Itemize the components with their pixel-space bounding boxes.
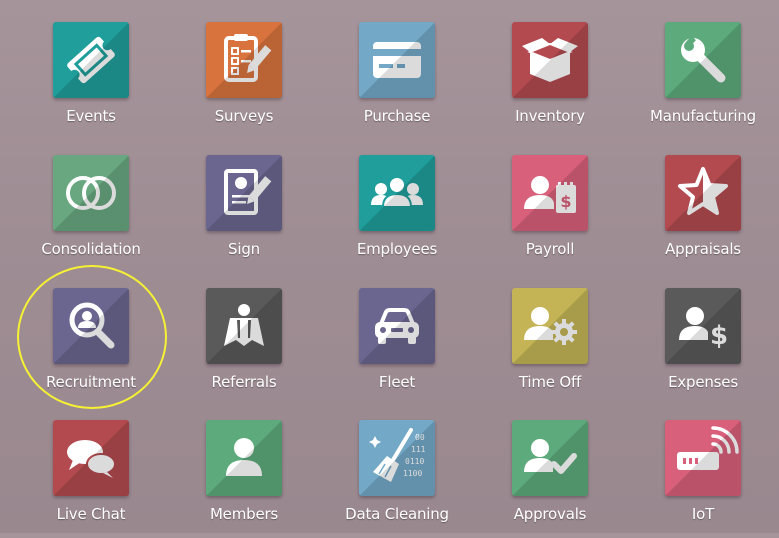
clipboard-checklist-icon (224, 34, 272, 82)
app-purchase[interactable]: Purchase (322, 22, 472, 140)
app-approvals-tile[interactable] (512, 420, 588, 496)
app-referrals-tile[interactable] (206, 288, 282, 364)
iot-device-icon (677, 426, 739, 470)
binary-line-2: 111 (411, 445, 426, 454)
app-manufacturing-label: Manufacturing (649, 107, 757, 125)
app-inventory-label: Inventory (515, 107, 585, 125)
app-live-chat[interactable]: Live Chat (16, 420, 166, 538)
app-approvals-label: Approvals (513, 505, 587, 523)
app-members-tile[interactable] (206, 420, 282, 496)
magnifier-person-icon (69, 302, 115, 349)
app-inventory[interactable]: Inventory (475, 22, 625, 140)
broom-binary-icon: 00 111 0110 1100 (369, 428, 426, 482)
app-appraisals[interactable]: Appraisals (628, 155, 778, 273)
person-gear-icon (524, 307, 577, 345)
app-referrals[interactable]: Referrals (169, 288, 319, 406)
app-events-label: Events (66, 107, 116, 125)
app-time-off-tile[interactable] (512, 288, 588, 364)
app-recruitment[interactable]: Recruitment (16, 288, 166, 406)
person-check-icon (524, 439, 577, 474)
app-members[interactable]: Members (169, 420, 319, 538)
binary-line-4: 1100 (403, 469, 422, 478)
app-iot-label: IoT (691, 505, 715, 523)
app-inventory-tile[interactable] (512, 22, 588, 98)
app-recruitment-tile[interactable] (53, 288, 129, 364)
app-approvals[interactable]: Approvals (475, 420, 625, 538)
group-people-icon (371, 176, 423, 208)
app-data-cleaning-label: Data Cleaning (345, 505, 449, 523)
star-icon (678, 167, 728, 215)
app-fleet[interactable]: Fleet (322, 288, 472, 406)
app-time-off[interactable]: Time Off (475, 288, 625, 406)
app-employees[interactable]: Employees (322, 155, 472, 273)
car-icon (375, 308, 419, 344)
person-dollar-icon: $ (679, 307, 728, 351)
app-surveys-label: Surveys (214, 107, 274, 125)
svg-text:$: $ (710, 321, 728, 351)
app-data-cleaning[interactable]: 00 111 0110 1100 Data Cleaning (322, 420, 472, 538)
app-expenses-tile[interactable]: $ (665, 288, 741, 364)
app-expenses-label: Expenses (668, 373, 738, 391)
ticket-icon (67, 36, 115, 84)
app-events[interactable]: Events (16, 22, 166, 140)
app-sign-label: Sign (228, 240, 260, 258)
app-members-label: Members (209, 505, 279, 523)
app-appraisals-label: Appraisals (665, 240, 741, 258)
svg-text:$: $ (560, 192, 571, 211)
app-employees-tile[interactable] (359, 155, 435, 231)
overlapping-circles-icon (66, 176, 116, 210)
app-consolidation[interactable]: Consolidation (16, 155, 166, 273)
app-consolidation-tile[interactable] (53, 155, 129, 231)
app-employees-label: Employees (356, 240, 438, 258)
app-appraisals-tile[interactable] (665, 155, 741, 231)
app-events-tile[interactable] (53, 22, 129, 98)
app-payroll[interactable]: $ Payroll (475, 155, 625, 273)
app-live-chat-tile[interactable] (53, 420, 129, 496)
open-box-icon (522, 38, 578, 82)
person-invoice-icon: $ (524, 176, 576, 213)
credit-card-icon (373, 42, 421, 78)
app-recruitment-label: Recruitment (46, 373, 136, 391)
app-fleet-tile[interactable] (359, 288, 435, 364)
app-manufacturing-tile[interactable] (665, 22, 741, 98)
binary-line-3: 0110 (405, 457, 424, 466)
app-live-chat-label: Live Chat (56, 505, 126, 523)
app-sign-tile[interactable] (206, 155, 282, 231)
app-manufacturing[interactable]: Manufacturing (628, 22, 778, 140)
chat-bubbles-icon (67, 440, 116, 478)
app-iot[interactable]: IoT (628, 420, 778, 538)
app-consolidation-label: Consolidation (41, 240, 141, 258)
app-sign[interactable]: Sign (169, 155, 319, 273)
wrench-icon (681, 36, 726, 83)
app-payroll-tile[interactable]: $ (512, 155, 588, 231)
app-purchase-label: Purchase (363, 107, 431, 125)
app-surveys[interactable]: Surveys (169, 22, 319, 140)
person-icon (226, 438, 262, 476)
binary-line-1: 00 (415, 433, 425, 442)
app-payroll-label: Payroll (525, 240, 575, 258)
signed-document-icon (224, 169, 272, 215)
app-referrals-label: Referrals (211, 373, 277, 391)
app-fleet-label: Fleet (378, 373, 416, 391)
app-time-off-label: Time Off (518, 373, 582, 391)
app-surveys-tile[interactable] (206, 22, 282, 98)
superhero-icon (224, 304, 264, 346)
app-expenses[interactable]: $ Expenses (628, 288, 778, 406)
app-purchase-tile[interactable] (359, 22, 435, 98)
app-iot-tile[interactable] (665, 420, 741, 496)
app-data-cleaning-tile[interactable]: 00 111 0110 1100 (359, 420, 435, 496)
